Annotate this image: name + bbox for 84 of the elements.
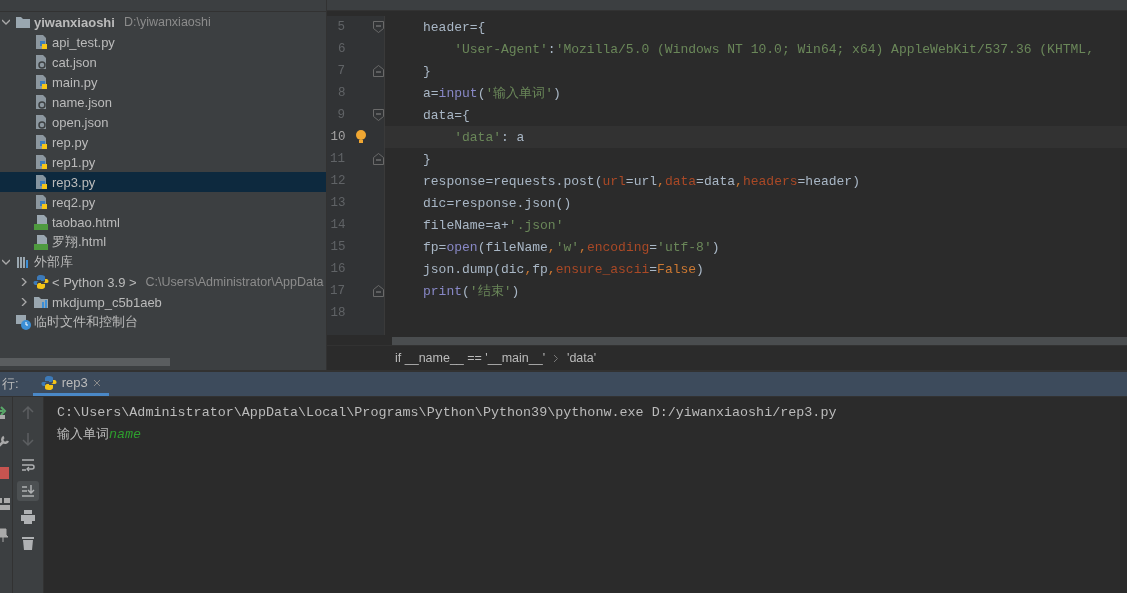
tree-item-label: rep1.py	[52, 154, 96, 170]
python-file-icon	[33, 154, 49, 170]
package-icon	[33, 294, 49, 310]
python-file-icon	[33, 74, 49, 90]
run-label: 行:	[2, 375, 19, 393]
json-file-icon	[33, 114, 49, 130]
tree-item-label: 外部库	[34, 253, 73, 271]
scrollbar-thumb[interactable]	[0, 358, 170, 366]
soft-wrap-icon[interactable]	[20, 457, 36, 473]
run-tab[interactable]: rep3	[32, 372, 109, 396]
tree-item-label: 罗翔.html	[52, 233, 107, 251]
tree-item-label: api_test.py	[52, 34, 115, 50]
fold-marker-icon[interactable]	[373, 285, 384, 297]
code-line: fileName=a+'.json'	[423, 217, 564, 233]
json-file-icon	[33, 94, 49, 110]
code-line: print('结束')	[423, 283, 520, 300]
tree-row[interactable]: cat.json	[0, 52, 326, 72]
printer-icon[interactable]	[20, 509, 36, 525]
breadcrumb[interactable]: 'data'	[567, 351, 597, 365]
path-label: C:\Users\Administrator\AppData	[145, 275, 324, 289]
code-line: data={	[423, 107, 470, 123]
library-icon	[15, 254, 31, 270]
python-logo-icon	[33, 274, 49, 290]
fold-marker-icon[interactable]	[373, 153, 384, 165]
close-icon[interactable]	[92, 378, 101, 387]
html-file-icon	[33, 234, 49, 250]
fold-marker-icon[interactable]	[373, 109, 384, 121]
tree-row[interactable]: taobao.html	[0, 212, 326, 232]
code-line: a=input('输入单词')	[423, 85, 561, 102]
console-line: 输入单词name	[57, 425, 143, 444]
code-line: 'User-Agent':'Mozilla/5.0 (Windows NT 10.0; Win64; x64) AppleWebKit/537.36 (KHTML,	[453, 41, 1094, 57]
trash-icon[interactable]	[20, 535, 36, 551]
tree-row[interactable]: rep.py	[0, 132, 326, 152]
tree-row[interactable]: 罗翔.html	[0, 232, 326, 252]
code-line: response=requests.post(url=url,data=data,headers=header)	[423, 173, 860, 189]
path-label: D:\yiwanxiaoshi	[123, 15, 211, 29]
tree-row[interactable]: rep1.py	[0, 152, 326, 172]
tree-item-label: rep3.py	[52, 174, 96, 190]
python-file-icon	[33, 134, 49, 150]
fold-marker-icon[interactable]	[373, 21, 384, 33]
console-line: C:\Users\Administrator\AppData\Local\Programs\Python\Python39\pythonw.exe D:/yiwanxiaoshi/rep3.py	[57, 403, 837, 422]
fold-marker-icon[interactable]	[373, 65, 384, 77]
chevron-icon	[553, 353, 560, 363]
tree-item-label: taobao.html	[52, 214, 120, 230]
tree-row[interactable]: 外部库	[0, 252, 326, 272]
tree-item-label: name.json	[52, 94, 112, 110]
tree-item-label: 临时文件和控制台	[34, 313, 138, 331]
tree-item-label: rep.py	[52, 134, 89, 150]
scratch-console-icon	[15, 314, 31, 330]
code-line: }	[423, 151, 431, 167]
scrollbar-thumb[interactable]	[392, 337, 1127, 345]
line-number: 10	[329, 130, 346, 144]
code-line: json.dump(dic,fp,ensure_ascii=False)	[423, 261, 704, 277]
tree-item-label: main.py	[52, 74, 98, 90]
tree-item-label: req2.py	[52, 194, 96, 210]
tree-item-label: < Python 3.9 >	[52, 274, 137, 290]
python-file-icon	[33, 174, 49, 190]
tree-row[interactable]: req2.py	[0, 192, 326, 212]
tree-row[interactable]: api_test.py	[0, 32, 326, 52]
tree-row[interactable]: < Python 3.9 > C:\Users\Administrator\AppData	[0, 272, 326, 292]
tree-item-label: cat.json	[52, 54, 97, 70]
code-line: }	[423, 63, 431, 79]
tree-row[interactable]: yiwanxiaoshi D:\yiwanxiaoshi	[0, 12, 326, 32]
python-file-icon	[33, 194, 49, 210]
tree-row[interactable]: open.json	[0, 112, 326, 132]
python-file-icon	[33, 34, 49, 50]
breadcrumb[interactable]: if __name__ == '__main__'	[395, 351, 546, 365]
tree-row[interactable]: rep3.py	[0, 172, 326, 192]
python-logo-icon	[40, 374, 57, 391]
tree-item-label: mkdjump_c5b1aeb	[52, 294, 162, 310]
tree-item-label: open.json	[52, 114, 109, 130]
code-line: header={	[423, 19, 486, 35]
tree-row[interactable]: name.json	[0, 92, 326, 112]
folder-icon	[15, 14, 31, 30]
tree-item-label: yiwanxiaoshi	[34, 14, 115, 30]
tree-row[interactable]: main.py	[0, 72, 326, 92]
tree-row[interactable]: 临时文件和控制台	[0, 312, 326, 332]
code-line: fp=open(fileName,'w',encoding='utf-8')	[423, 239, 720, 255]
lightbulb-icon[interactable]	[354, 129, 367, 145]
html-file-icon	[33, 214, 49, 230]
tree-row[interactable]: mkdjump_c5b1aeb	[0, 292, 326, 312]
code-line: dic=response.json()	[423, 195, 572, 211]
code-line: 'data': a	[453, 129, 525, 145]
json-file-icon	[33, 54, 49, 70]
